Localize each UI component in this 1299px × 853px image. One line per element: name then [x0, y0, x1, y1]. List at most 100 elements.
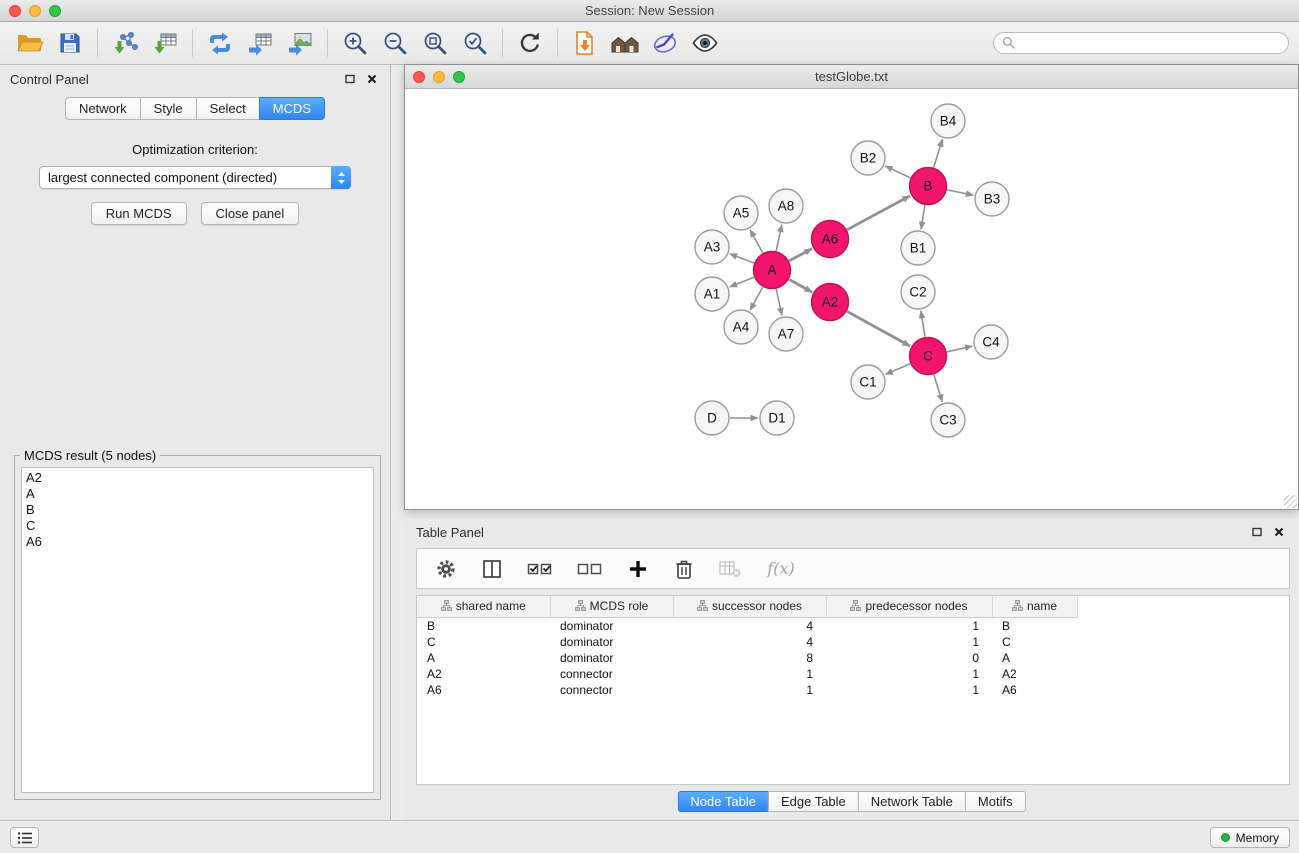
- import-network-button[interactable]: [105, 25, 145, 61]
- export-network-button[interactable]: [200, 25, 240, 61]
- import-table-button[interactable]: [145, 25, 185, 61]
- graph-node-B3[interactable]: B3: [975, 182, 1009, 216]
- graph-edge-B-B2[interactable]: [885, 166, 910, 178]
- function-builder-button[interactable]: f(x): [761, 554, 801, 584]
- graph-node-A1[interactable]: A1: [695, 277, 729, 311]
- open-recent-button[interactable]: [565, 25, 605, 61]
- table-settings-button[interactable]: [431, 554, 461, 584]
- graph-node-A4[interactable]: A4: [724, 310, 758, 344]
- table-row[interactable]: Adominator80A: [417, 650, 1077, 666]
- apply-style-button[interactable]: [645, 25, 685, 61]
- column-header-mcds-role[interactable]: MCDS role: [550, 596, 673, 617]
- graph-node-A5[interactable]: A5: [724, 196, 758, 230]
- tab-motifs[interactable]: Motifs: [965, 791, 1026, 812]
- mcds-result-item[interactable]: A: [22, 486, 373, 502]
- graph-edge-B-B4[interactable]: [934, 139, 943, 167]
- graph-node-D1[interactable]: D1: [760, 401, 794, 435]
- graph-node-A2[interactable]: A2: [812, 284, 849, 321]
- delete-table-button[interactable]: [715, 554, 745, 584]
- zoom-view-button[interactable]: [453, 71, 465, 83]
- mcds-result-list[interactable]: A2ABCA6: [21, 467, 374, 793]
- graph-edge-A-A4[interactable]: [750, 287, 763, 310]
- graph-edge-A-A6[interactable]: [789, 249, 812, 261]
- graph-node-C[interactable]: C: [910, 338, 947, 375]
- task-history-button[interactable]: [10, 827, 39, 848]
- graph-edge-C-C3[interactable]: [934, 375, 943, 402]
- graph-node-C1[interactable]: C1: [851, 365, 885, 399]
- graph-edge-A6-B[interactable]: [847, 196, 910, 230]
- network-window-titlebar[interactable]: testGlobe.txt: [405, 65, 1298, 89]
- graph-node-B4[interactable]: B4: [931, 104, 965, 138]
- close-table-panel-icon[interactable]: [1271, 524, 1287, 540]
- close-view-button[interactable]: [413, 71, 425, 83]
- column-header-name[interactable]: name: [992, 596, 1077, 617]
- graph-node-B[interactable]: B: [910, 168, 947, 205]
- resize-handle[interactable]: [1284, 495, 1297, 508]
- toggle-details-button[interactable]: [685, 25, 725, 61]
- graph-edge-A-A1[interactable]: [730, 277, 754, 287]
- memory-button[interactable]: Memory: [1210, 827, 1290, 848]
- network-canvas[interactable]: B4B2BB3A5A8A6B1A3AC2A1A2A4A7C4CC1C3DD1: [405, 89, 1298, 509]
- select-all-button[interactable]: [523, 554, 557, 584]
- graph-edge-A-A3[interactable]: [730, 254, 754, 263]
- mcds-result-item[interactable]: A6: [22, 534, 373, 550]
- graph-edge-A-A5[interactable]: [750, 230, 763, 253]
- tab-mcds[interactable]: MCDS: [259, 97, 325, 120]
- run-mcds-button[interactable]: Run MCDS: [91, 202, 187, 225]
- close-window-button[interactable]: [9, 5, 21, 17]
- add-row-button[interactable]: [623, 554, 653, 584]
- column-header-shared-name[interactable]: shared name: [417, 596, 550, 617]
- table-row[interactable]: Cdominator41C: [417, 634, 1077, 650]
- save-session-button[interactable]: [50, 25, 90, 61]
- graph-node-A7[interactable]: A7: [769, 317, 803, 351]
- graph-node-B1[interactable]: B1: [901, 231, 935, 265]
- close-panel-icon[interactable]: [364, 71, 380, 87]
- table-row[interactable]: A6connector11A6: [417, 682, 1077, 698]
- deselect-all-button[interactable]: [573, 554, 607, 584]
- graph-node-A6[interactable]: A6: [812, 221, 849, 258]
- graph-node-A8[interactable]: A8: [769, 189, 803, 223]
- table-row[interactable]: A2connector11A2: [417, 666, 1077, 682]
- column-header-successor-nodes[interactable]: successor nodes: [673, 596, 826, 617]
- table-row[interactable]: Bdominator41B: [417, 617, 1077, 634]
- zoom-selected-button[interactable]: [455, 25, 495, 61]
- graph-node-A[interactable]: A: [754, 252, 791, 289]
- mcds-result-item[interactable]: A2: [22, 470, 373, 486]
- tab-edge-table[interactable]: Edge Table: [768, 791, 859, 812]
- column-header-predecessor-nodes[interactable]: predecessor nodes: [826, 596, 992, 617]
- mcds-result-item[interactable]: B: [22, 502, 373, 518]
- network-canvas-svg[interactable]: B4B2BB3A5A8A6B1A3AC2A1A2A4A7C4CC1C3DD1: [405, 89, 1298, 509]
- tab-select[interactable]: Select: [196, 97, 260, 120]
- zoom-fit-button[interactable]: [415, 25, 455, 61]
- graph-edge-A2-C[interactable]: [847, 311, 910, 346]
- criterion-select[interactable]: largest connected component (directed): [39, 166, 351, 189]
- float-table-panel-icon[interactable]: [1249, 524, 1265, 540]
- minimize-view-button[interactable]: [433, 71, 445, 83]
- tab-node-table[interactable]: Node Table: [677, 791, 769, 812]
- graph-node-C4[interactable]: C4: [974, 325, 1008, 359]
- graph-node-C3[interactable]: C3: [931, 403, 965, 437]
- graph-node-D[interactable]: D: [695, 401, 729, 435]
- graph-edge-A-A7[interactable]: [776, 289, 782, 315]
- tab-style[interactable]: Style: [140, 97, 197, 120]
- graph-edge-A-A2[interactable]: [789, 279, 812, 292]
- export-table-button[interactable]: [240, 25, 280, 61]
- tab-network[interactable]: Network: [65, 97, 141, 120]
- search-input[interactable]: [993, 32, 1289, 54]
- delete-rows-button[interactable]: [669, 554, 699, 584]
- graph-node-A3[interactable]: A3: [695, 230, 729, 264]
- zoom-in-button[interactable]: [335, 25, 375, 61]
- tab-network-table[interactable]: Network Table: [858, 791, 966, 812]
- graph-edge-B-B1[interactable]: [921, 205, 925, 229]
- node-table[interactable]: shared nameMCDS rolesuccessor nodesprede…: [416, 595, 1290, 785]
- graph-node-B2[interactable]: B2: [851, 141, 885, 175]
- export-image-button[interactable]: [280, 25, 320, 61]
- zoom-out-button[interactable]: [375, 25, 415, 61]
- home-button[interactable]: [605, 25, 645, 61]
- graph-edge-B-B3[interactable]: [947, 190, 973, 195]
- close-panel-button[interactable]: Close panel: [201, 202, 300, 225]
- toggle-columns-button[interactable]: [477, 554, 507, 584]
- graph-edge-C-C2[interactable]: [921, 311, 925, 337]
- open-session-button[interactable]: [10, 25, 50, 61]
- mcds-result-item[interactable]: C: [22, 518, 373, 534]
